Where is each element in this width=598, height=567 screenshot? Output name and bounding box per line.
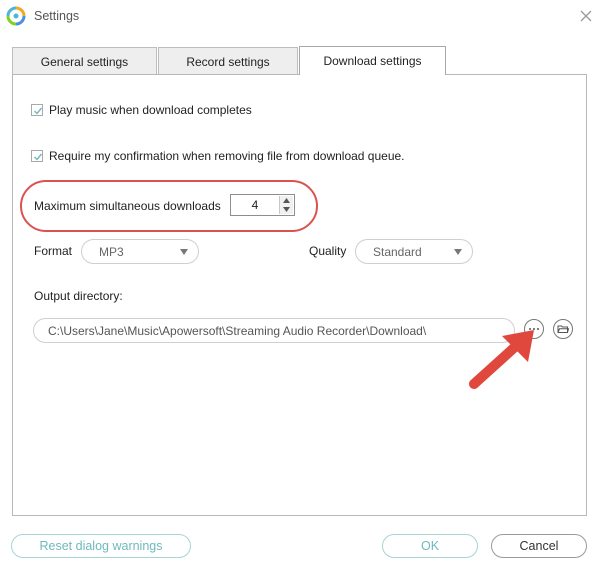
format-value: MP3 [99, 245, 124, 259]
spinner-down-button[interactable] [280, 205, 293, 214]
quality-value: Standard [373, 245, 422, 259]
quality-label: Quality [309, 244, 347, 258]
open-folder-button[interactable] [553, 319, 573, 339]
play-music-checkbox[interactable] [31, 104, 43, 116]
checkmark-icon [34, 153, 43, 161]
arrow-down-icon [283, 207, 290, 212]
spinner-buttons [279, 196, 293, 214]
require-confirmation-checkbox[interactable] [31, 150, 43, 162]
chevron-down-icon [454, 249, 462, 255]
output-directory-label: Output directory: [34, 289, 123, 303]
format-label: Format [34, 244, 73, 258]
reset-dialog-warnings-button[interactable]: Reset dialog warnings [11, 534, 191, 558]
play-music-label: Play music when download completes [49, 103, 252, 117]
output-directory-field[interactable]: C:\Users\Jane\Music\Apowersoft\Streaming… [33, 318, 515, 343]
close-icon[interactable] [578, 8, 594, 24]
checkmark-icon [34, 107, 43, 115]
require-confirmation-label: Require my confirmation when removing fi… [49, 149, 405, 163]
tab-download-settings[interactable]: Download settings [299, 46, 446, 75]
arrow-up-icon [283, 198, 290, 203]
cancel-button[interactable]: Cancel [491, 534, 587, 558]
red-arrow-annotation [469, 330, 534, 389]
max-downloads-value: 4 [251, 198, 259, 212]
tab-record-settings[interactable]: Record settings [158, 47, 298, 74]
chevron-down-icon [180, 249, 188, 255]
max-downloads-label: Maximum simultaneous downloads [34, 199, 221, 213]
max-downloads-spinner[interactable]: 4 [230, 194, 295, 216]
ok-button[interactable]: OK [382, 534, 478, 558]
window-title: Settings [34, 9, 80, 23]
format-dropdown[interactable]: MP3 [81, 239, 199, 264]
output-directory-path: C:\Users\Jane\Music\Apowersoft\Streaming… [48, 324, 427, 338]
tab-general-settings[interactable]: General settings [12, 47, 157, 74]
folder-icon [557, 325, 570, 333]
spinner-up-button[interactable] [280, 196, 293, 205]
app-logo-icon [6, 6, 26, 26]
quality-dropdown[interactable]: Standard [355, 239, 473, 264]
title-bar: Settings [0, 0, 598, 34]
